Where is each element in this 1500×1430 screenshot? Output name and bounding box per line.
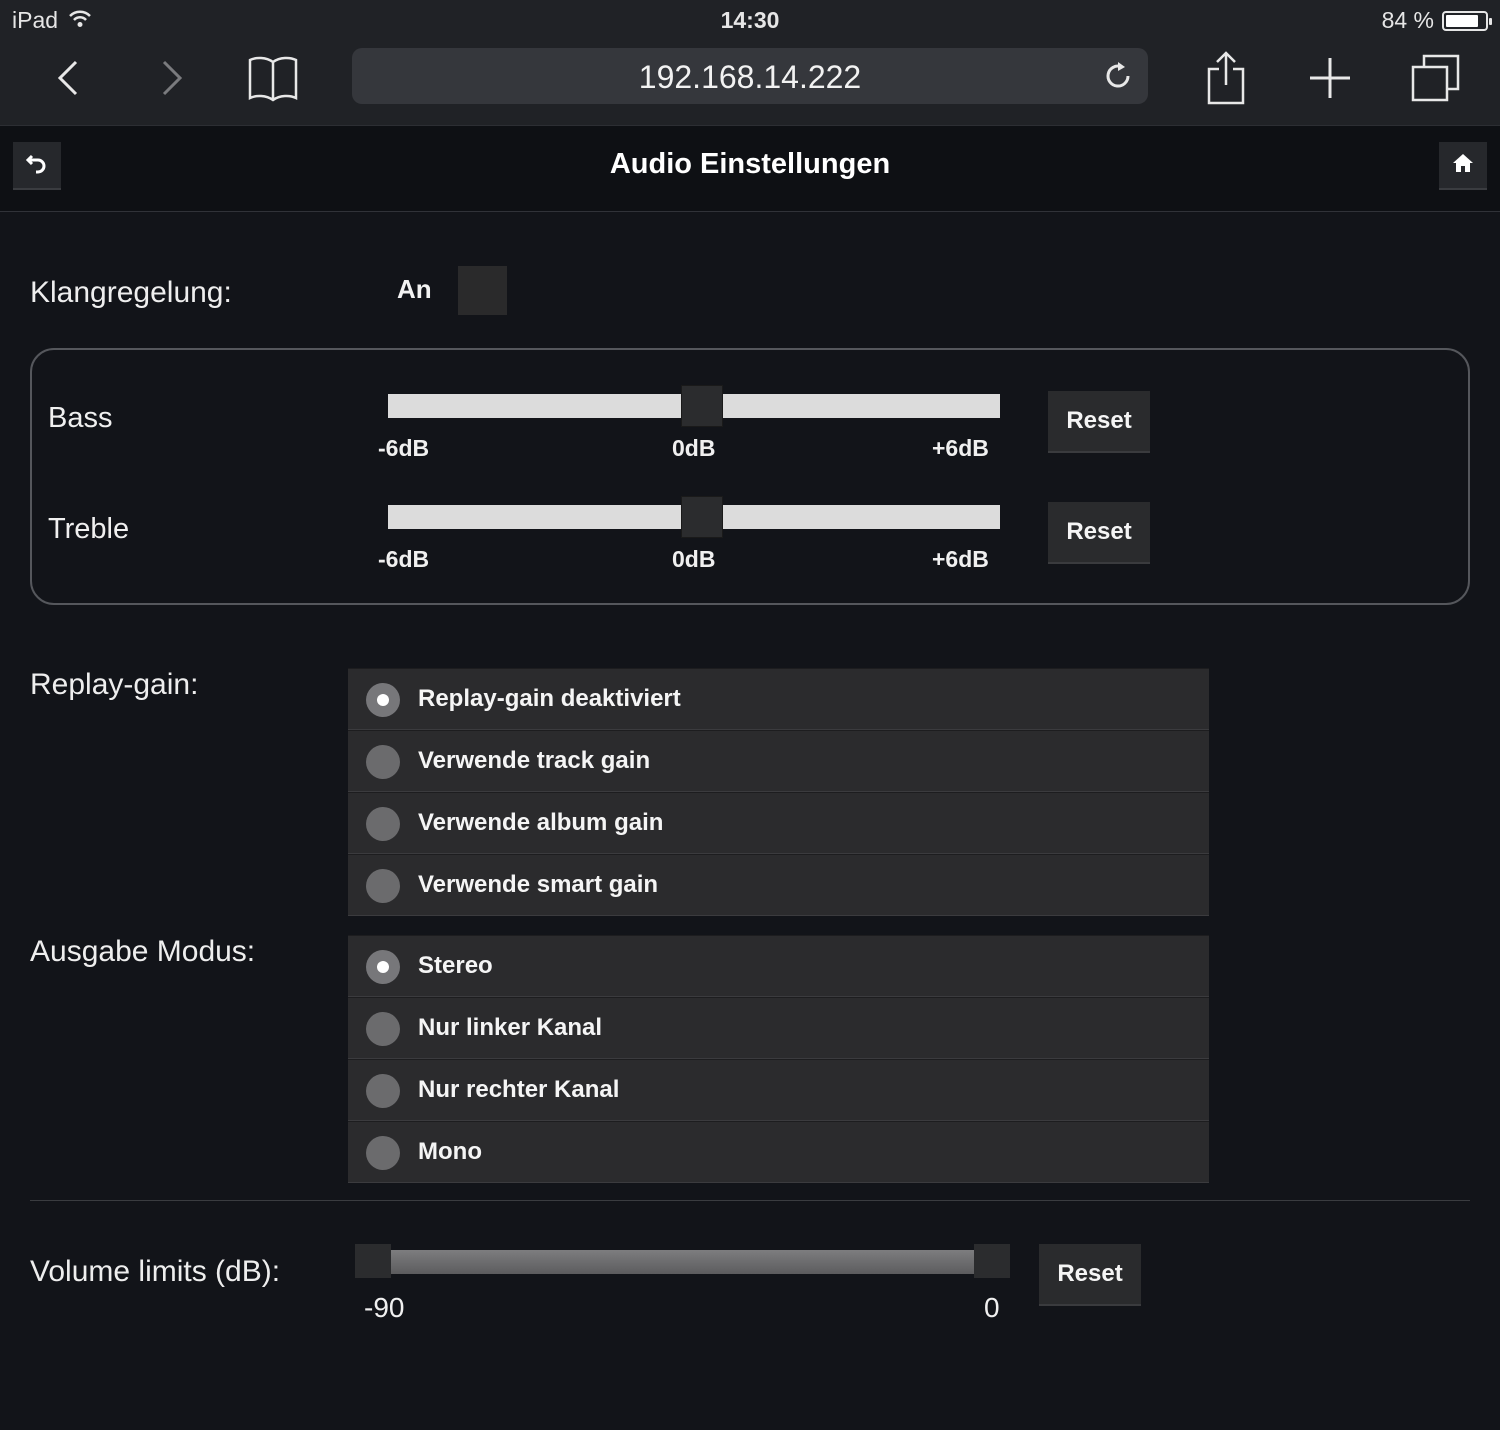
bass-reset-button[interactable]: Reset xyxy=(1048,391,1150,453)
status-bar: iPad 14:30 84 % xyxy=(0,0,1500,40)
address-bar[interactable]: 192.168.14.222 xyxy=(352,48,1148,104)
treble-reset-button[interactable]: Reset xyxy=(1048,502,1150,564)
tone-control-panel: Bass -6dB 0dB +6dB Reset Treble -6dB 0dB… xyxy=(30,348,1470,605)
tabs-overview-icon[interactable] xyxy=(1406,50,1466,106)
radio-unselected-icon xyxy=(366,1012,400,1046)
share-icon[interactable] xyxy=(1196,50,1256,106)
tone-control-checkbox[interactable] xyxy=(458,266,507,315)
volume-limits-label: Volume limits (dB): xyxy=(30,1255,281,1288)
treble-min-label: -6dB xyxy=(378,546,430,572)
radio-unselected-icon xyxy=(366,1074,400,1108)
page-title: Audio Einstellungen xyxy=(609,148,891,180)
status-right: 84 % xyxy=(1381,7,1492,34)
bass-slider-thumb[interactable] xyxy=(681,385,723,427)
radio-unselected-icon xyxy=(366,869,400,903)
radio-option-label: Verwende album gain xyxy=(418,809,664,836)
output-mode-label: Ausgabe Modus: xyxy=(30,935,256,968)
radio-option-label: Verwende smart gain xyxy=(418,871,659,898)
back-arrow-icon[interactable] xyxy=(38,50,98,106)
radio-unselected-icon xyxy=(366,807,400,841)
radio-unselected-icon xyxy=(366,1136,400,1170)
treble-max-label: +6dB xyxy=(932,546,989,572)
tone-toggle-label: An xyxy=(397,274,432,304)
radio-unselected-icon xyxy=(366,745,400,779)
volume-reset-button[interactable]: Reset xyxy=(1039,1244,1141,1306)
home-button[interactable] xyxy=(1439,142,1487,190)
radio-option-label: Replay-gain deaktiviert xyxy=(418,685,681,712)
treble-mid-label: 0dB xyxy=(672,546,716,572)
reload-icon[interactable] xyxy=(1102,60,1134,97)
battery-icon xyxy=(1442,10,1492,31)
radio-option-label: Verwende track gain xyxy=(418,747,651,774)
radio-option[interactable]: Verwende track gain xyxy=(348,730,1209,792)
browser-toolbar: 192.168.14.222 xyxy=(0,40,1500,126)
radio-option[interactable]: Verwende smart gain xyxy=(348,854,1209,916)
replay-gain-label: Replay-gain: xyxy=(30,668,199,701)
new-tab-plus-icon[interactable] xyxy=(1300,50,1360,106)
radio-option-label: Stereo xyxy=(418,952,493,979)
radio-option[interactable]: Stereo xyxy=(348,935,1209,997)
radio-option[interactable]: Verwende album gain xyxy=(348,792,1209,854)
radio-selected-icon xyxy=(366,950,400,984)
radio-option[interactable]: Replay-gain deaktiviert xyxy=(348,668,1209,730)
status-time: 14:30 xyxy=(720,7,780,33)
replay-gain-radio-group: Replay-gain deaktiviert Verwende track ga… xyxy=(348,668,1209,916)
radio-option[interactable]: Nur rechter Kanal xyxy=(348,1059,1209,1121)
volume-max-label: 0 xyxy=(984,1292,1000,1323)
volume-max-handle[interactable] xyxy=(974,1244,1010,1278)
volume-range-track[interactable] xyxy=(390,1250,974,1274)
radio-selected-icon xyxy=(366,683,400,717)
treble-slider-thumb[interactable] xyxy=(681,496,723,538)
radio-option[interactable]: Mono xyxy=(348,1121,1209,1183)
bass-mid-label: 0dB xyxy=(672,435,716,461)
url-text: 192.168.14.222 xyxy=(638,59,862,95)
bookmarks-book-icon[interactable] xyxy=(243,50,303,106)
bass-max-label: +6dB xyxy=(932,435,989,461)
output-mode-radio-group: Stereo Nur linker Kanal Nur rechter Kanal M… xyxy=(348,935,1209,1183)
bass-min-label: -6dB xyxy=(378,435,430,461)
battery-percent: 84 % xyxy=(1381,7,1434,33)
tone-control-label: Klangregelung: xyxy=(30,276,232,309)
radio-option-label: Nur rechter Kanal xyxy=(418,1076,620,1103)
radio-option-label: Nur linker Kanal xyxy=(418,1014,603,1041)
volume-min-label: -90 xyxy=(364,1292,405,1323)
volume-min-handle[interactable] xyxy=(355,1244,391,1278)
forward-arrow-icon[interactable] xyxy=(142,50,202,106)
page-header: Audio Einstellungen xyxy=(0,126,1500,212)
battery-level xyxy=(1446,14,1478,27)
bass-label: Bass xyxy=(48,402,113,434)
radio-option[interactable]: Nur linker Kanal xyxy=(348,997,1209,1059)
radio-option-label: Mono xyxy=(418,1138,482,1165)
home-icon xyxy=(1452,153,1474,178)
section-divider xyxy=(30,1200,1470,1201)
browser-chrome: iPad 14:30 84 % 192.168.14.222 xyxy=(0,0,1500,126)
treble-label: Treble xyxy=(48,513,130,545)
